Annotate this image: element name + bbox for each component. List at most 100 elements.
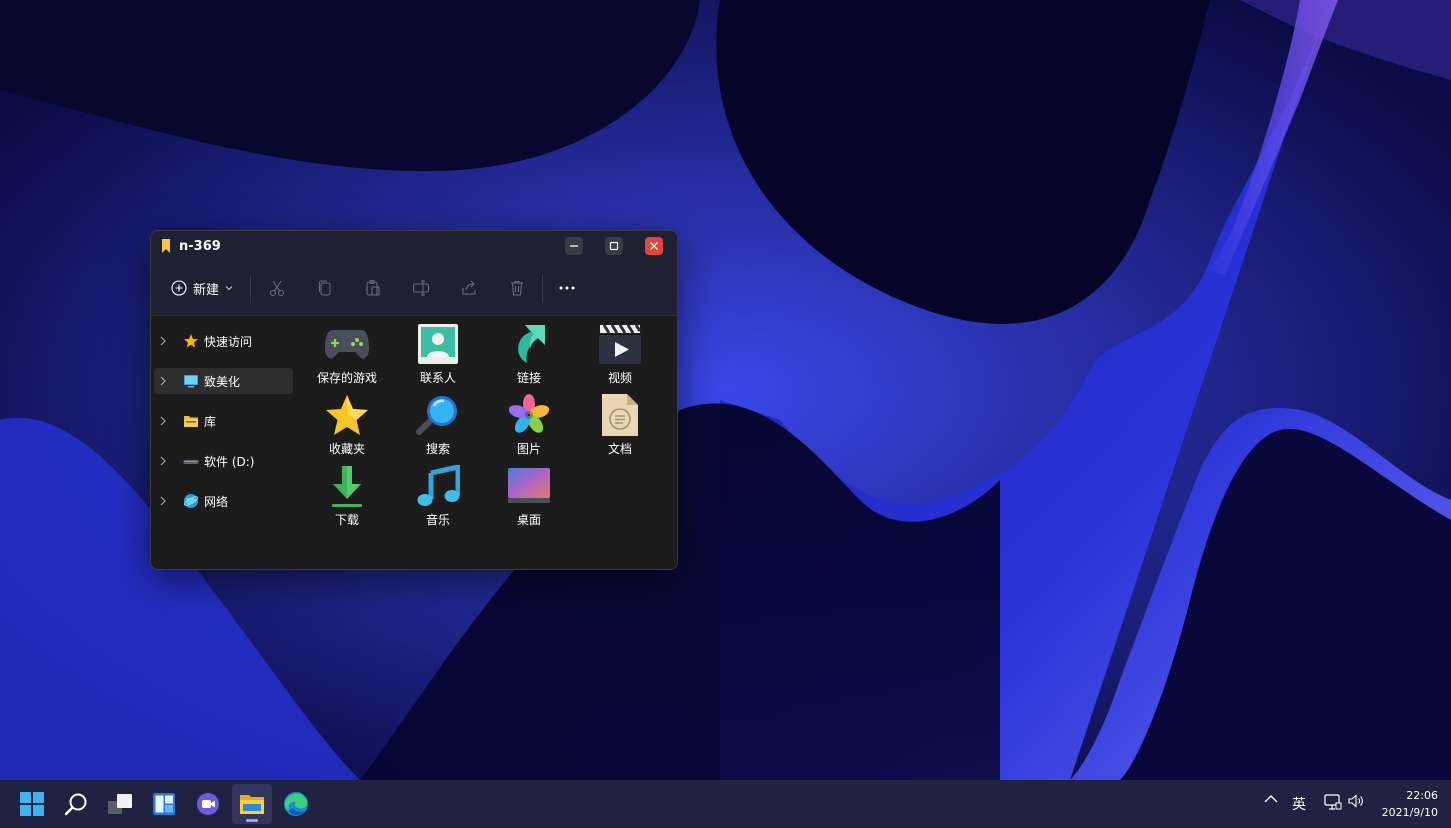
nav-item-library[interactable]: 库 [154, 408, 293, 434]
folder-label: 桌面 [516, 513, 541, 527]
pictures-icon [508, 394, 550, 433]
nav-item-network[interactable]: 网络 [154, 488, 293, 514]
edge-button[interactable] [276, 784, 316, 824]
folder-saved-games[interactable]: 保存的游戏 [303, 321, 391, 389]
network-icon [1324, 794, 1342, 810]
clock[interactable]: 22:06 2021/9/10 [1372, 787, 1438, 821]
nav-item-label: 致美化 [204, 374, 241, 389]
windows-logo-icon [20, 792, 44, 816]
delete-button[interactable] [506, 277, 528, 299]
cut-icon [269, 280, 285, 297]
folder-music[interactable]: 音乐 [394, 463, 482, 531]
folder-label: 下载 [334, 513, 359, 527]
folder-label: 视频 [607, 371, 632, 385]
desktop-icon [508, 468, 550, 503]
rename-button[interactable] [410, 277, 432, 299]
folder-documents[interactable]: 文档 [576, 392, 664, 460]
chevron-right-icon [160, 416, 166, 426]
show-hidden-icons-button[interactable] [1264, 794, 1278, 804]
paste-icon [366, 279, 380, 296]
search-icon [416, 396, 457, 435]
chevron-right-icon [160, 336, 166, 346]
chevron-right-icon [160, 496, 166, 506]
favorites-star-icon [326, 395, 368, 435]
toolbar-separator [542, 275, 543, 303]
chevron-down-icon [225, 286, 233, 291]
network-status-button[interactable] [1324, 794, 1342, 810]
window-title: n-369 [179, 239, 221, 254]
star-icon [184, 334, 198, 348]
folder-videos[interactable]: 视频 [576, 321, 664, 389]
folder-label: 文档 [607, 442, 632, 456]
close-button[interactable] [645, 237, 663, 255]
title-bar[interactable]: n-369 [151, 231, 677, 263]
cut-button[interactable] [266, 277, 288, 299]
globe-icon [183, 494, 199, 508]
taskbar-search-button[interactable] [56, 784, 96, 824]
widgets-button[interactable] [144, 784, 184, 824]
minimize-icon [570, 245, 578, 247]
more-options-button[interactable] [556, 277, 578, 299]
folder-searches[interactable]: 搜索 [394, 392, 482, 460]
folder-contacts[interactable]: 联系人 [394, 321, 482, 389]
chevron-right-icon [160, 456, 166, 466]
share-button[interactable] [458, 277, 480, 299]
folder-label: 音乐 [425, 513, 450, 527]
active-indicator [246, 819, 258, 822]
folder-label: 收藏夹 [328, 442, 365, 456]
folder-pin-icon [162, 239, 170, 253]
rename-icon [412, 280, 430, 296]
nav-item-drive-d[interactable]: 软件 (D:) [154, 448, 293, 474]
folder-pictures[interactable]: 图片 [485, 392, 573, 460]
nav-item-zhimeihua[interactable]: 致美化 [154, 368, 293, 394]
new-button[interactable]: 新建 [165, 273, 239, 303]
add-circle-icon [171, 280, 187, 296]
command-bar: 新建 [151, 263, 677, 316]
minimize-button[interactable] [565, 237, 583, 255]
file-explorer-window[interactable]: n-369 新建 快速访问 致美化 库 软件 (D:) 网络 保存的游戏 联系人… [150, 230, 678, 570]
folder-desktop[interactable]: 桌面 [485, 463, 573, 531]
nav-item-quick-access[interactable]: 快速访问 [154, 328, 293, 354]
taskbar: 英 22:06 2021/9/10 [0, 780, 1451, 828]
search-icon [64, 793, 87, 816]
folder-links[interactable]: 链接 [485, 321, 573, 389]
start-button[interactable] [12, 784, 52, 824]
clock-time: 22:06 [1406, 789, 1438, 802]
nav-item-label: 软件 (D:) [204, 454, 255, 469]
share-icon [462, 280, 476, 295]
paste-button[interactable] [362, 277, 384, 299]
monitor-icon [184, 375, 198, 388]
maximize-icon [609, 241, 619, 251]
volume-button[interactable] [1348, 794, 1364, 808]
task-view-button[interactable] [100, 784, 140, 824]
folder-label: 链接 [516, 371, 541, 385]
task-view-icon [108, 794, 132, 814]
trash-icon [511, 280, 523, 296]
file-explorer-taskbar-button[interactable] [232, 784, 272, 824]
nav-item-label: 库 [204, 414, 217, 429]
chevron-right-icon [160, 376, 166, 386]
video-icon [599, 324, 642, 364]
copy-button[interactable] [314, 277, 336, 299]
nav-item-label: 快速访问 [204, 334, 253, 349]
copy-icon [318, 280, 331, 296]
folder-label: 保存的游戏 [316, 371, 377, 385]
folder-label: 联系人 [419, 371, 456, 385]
toolbar-separator [250, 275, 251, 303]
download-icon [332, 466, 362, 507]
folder-label: 搜索 [425, 442, 450, 456]
chevron-up-icon [1264, 795, 1278, 803]
folder-downloads[interactable]: 下载 [303, 463, 391, 531]
drive-icon [183, 460, 199, 464]
chat-button[interactable] [188, 784, 228, 824]
close-icon [650, 242, 658, 250]
folder-content: 保存的游戏 联系人 链接 视频 收藏夹 搜索 图片 文档 下载 音乐 桌面 [303, 321, 673, 561]
maximize-button[interactable] [605, 237, 623, 255]
file-explorer-icon [240, 795, 264, 814]
input-method-indicator[interactable]: 英 [1292, 794, 1306, 814]
navigation-pane: 快速访问 致美化 库 软件 (D:) 网络 [151, 316, 301, 569]
gamepad-icon [325, 330, 369, 359]
folder-favorites[interactable]: 收藏夹 [303, 392, 391, 460]
contacts-icon [418, 324, 458, 364]
clock-date: 2021/9/10 [1381, 806, 1438, 819]
